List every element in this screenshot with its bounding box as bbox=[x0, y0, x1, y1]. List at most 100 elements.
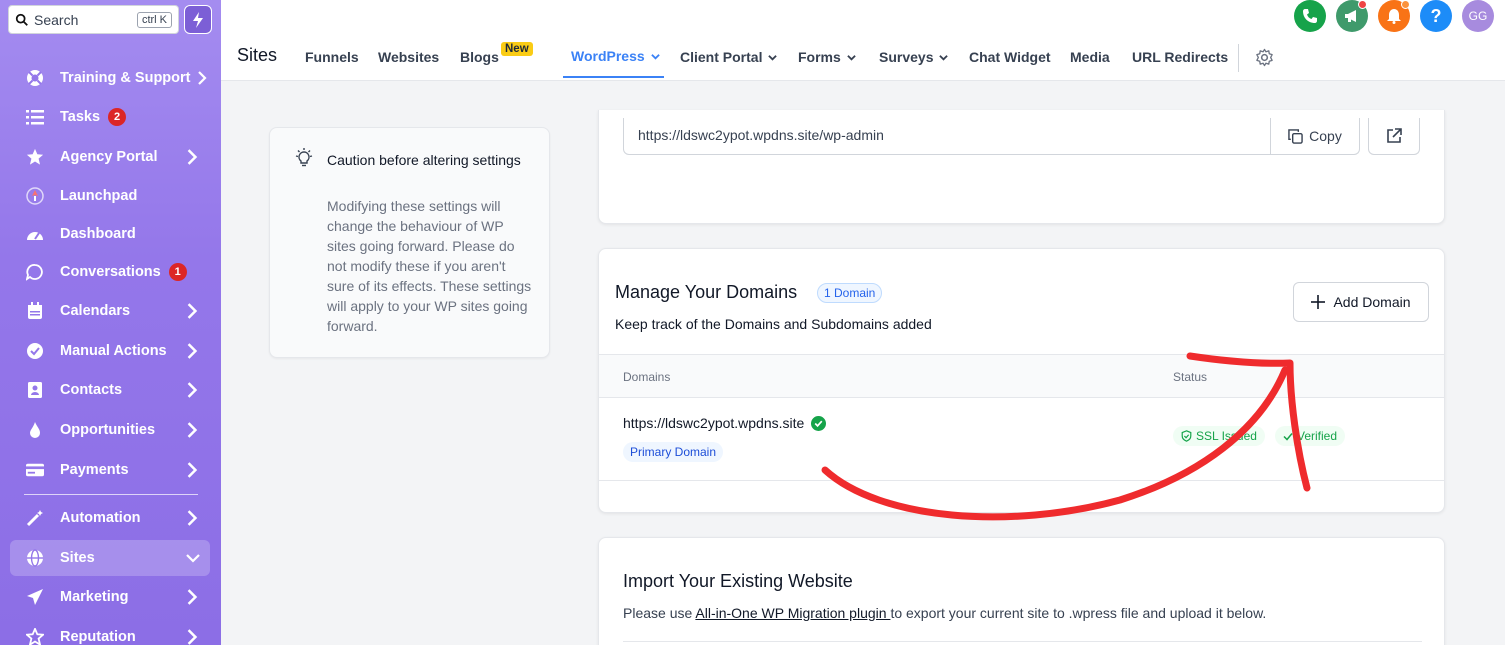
tab-client-portal[interactable]: Client Portal bbox=[680, 49, 778, 65]
tab-label: Chat Widget bbox=[969, 49, 1051, 65]
sidebar-item-contacts[interactable]: Contacts bbox=[10, 372, 210, 408]
caution-body: Modifying these settings will change the… bbox=[327, 198, 532, 334]
sidebar-item-marketing[interactable]: Marketing bbox=[10, 579, 210, 615]
domains-card: Manage Your Domains 1 Domain Keep track … bbox=[598, 248, 1445, 513]
divider bbox=[623, 641, 1422, 642]
sidebar-item-label: Opportunities bbox=[60, 422, 156, 438]
domains-title: Manage Your Domains bbox=[615, 282, 798, 302]
domain-url[interactable]: https://ldswc2ypot.wpdns.site bbox=[623, 415, 827, 431]
verified-check-icon bbox=[811, 415, 827, 431]
chevron-right-icon bbox=[187, 303, 198, 319]
tasks-count-badge: 2 bbox=[108, 108, 127, 126]
sidebar-item-label: Training & Support bbox=[60, 70, 191, 86]
copy-button[interactable]: Copy bbox=[1270, 118, 1360, 155]
sidebar-item-reputation[interactable]: Reputation bbox=[10, 619, 210, 645]
announcements-button[interactable] bbox=[1336, 0, 1368, 32]
sidebar-item-label: Tasks bbox=[60, 109, 101, 125]
domain-count-badge: 1 Domain bbox=[817, 283, 883, 303]
sidebar-item-label: Dashboard bbox=[60, 226, 136, 242]
tab-divider bbox=[1238, 44, 1239, 72]
sidebar-item-label: Marketing bbox=[60, 589, 129, 605]
active-tab-indicator bbox=[563, 76, 664, 78]
chevron-down-icon bbox=[939, 54, 949, 61]
check-circle-icon bbox=[26, 342, 44, 360]
chevron-down-icon bbox=[650, 53, 660, 60]
wp-admin-card: https://ldswc2ypot.wpdns.site/wp-admin C… bbox=[598, 110, 1445, 224]
chevron-right-icon bbox=[187, 589, 198, 605]
migration-plugin-link[interactable]: All-in-One WP Migration plugin bbox=[695, 605, 890, 621]
sidebar-item-label: Agency Portal bbox=[60, 149, 158, 165]
chevron-down-icon bbox=[847, 54, 856, 61]
tab-blogs[interactable]: Blogs bbox=[460, 49, 499, 65]
import-text-after: to export your current site to .wpress f… bbox=[890, 605, 1267, 621]
import-text-before: Please use bbox=[623, 605, 696, 621]
chevron-right-icon bbox=[187, 343, 198, 359]
ssl-status-label: SSL Issued bbox=[1196, 429, 1257, 443]
credit-card-icon bbox=[26, 461, 44, 479]
avatar-initials: GG bbox=[1468, 9, 1488, 23]
sidebar-item-agency-portal[interactable]: Agency Portal bbox=[10, 139, 210, 175]
ssl-status-badge: SSL Issued bbox=[1173, 426, 1265, 446]
conversations-count-badge: 1 bbox=[168, 263, 187, 281]
sidebar-divider bbox=[24, 494, 198, 495]
paper-plane-icon bbox=[26, 588, 44, 606]
tab-url-redirects[interactable]: URL Redirects bbox=[1132, 49, 1228, 65]
sidebar-item-tasks[interactable]: Tasks 2 bbox=[10, 99, 210, 135]
sidebar-item-manual-actions[interactable]: Manual Actions bbox=[10, 333, 210, 369]
tab-media[interactable]: Media bbox=[1070, 49, 1110, 65]
question-icon: ? bbox=[1430, 5, 1442, 26]
tab-label: Client Portal bbox=[680, 49, 763, 65]
tab-websites[interactable]: Websites bbox=[378, 49, 439, 65]
quick-actions-button[interactable] bbox=[184, 5, 212, 34]
settings-button[interactable] bbox=[1255, 48, 1274, 72]
shield-check-icon bbox=[1181, 430, 1192, 442]
tab-funnels[interactable]: Funnels bbox=[305, 49, 359, 65]
tab-chat-widget[interactable]: Chat Widget bbox=[969, 49, 1051, 65]
globe-icon bbox=[26, 549, 44, 567]
new-badge: New bbox=[501, 42, 533, 56]
import-website-card: Import Your Existing Website Please use … bbox=[598, 537, 1445, 645]
add-domain-button[interactable]: Add Domain bbox=[1293, 282, 1429, 322]
sidebar-item-launchpad[interactable]: Launchpad bbox=[10, 178, 210, 214]
search-shortcut: ctrl K bbox=[136, 11, 172, 28]
sidebar-item-conversations[interactable]: Conversations 1 bbox=[10, 254, 210, 290]
rocket-icon bbox=[26, 187, 44, 205]
tab-label: URL Redirects bbox=[1132, 49, 1229, 65]
primary-domain-badge: Primary Domain bbox=[623, 442, 724, 462]
domains-subtitle: Keep track of the Domains and Subdomains… bbox=[615, 316, 932, 332]
tab-wordpress[interactable]: WordPress bbox=[571, 48, 660, 64]
tab-surveys[interactable]: Surveys bbox=[879, 49, 949, 65]
caution-card: Caution before altering settings Modifyi… bbox=[269, 127, 550, 358]
search-input[interactable]: Search ctrl K bbox=[8, 5, 179, 34]
lightning-icon bbox=[193, 11, 203, 28]
sidebar-item-sites[interactable]: Sites bbox=[10, 540, 210, 576]
sidebar-item-label: Sites bbox=[60, 550, 95, 566]
chevron-right-icon bbox=[187, 462, 198, 478]
tab-label: Surveys bbox=[879, 49, 934, 65]
magic-wand-icon bbox=[26, 509, 44, 527]
sidebar-item-dashboard[interactable]: Dashboard bbox=[10, 216, 210, 252]
sidebar-item-opportunities[interactable]: Opportunities bbox=[10, 412, 210, 448]
phone-button[interactable] bbox=[1294, 0, 1326, 32]
notifications-button[interactable] bbox=[1378, 0, 1410, 32]
sidebar-item-training[interactable]: Training & Support bbox=[10, 60, 210, 96]
verified-status-label: Verified bbox=[1297, 429, 1338, 443]
verified-status-badge: Verified bbox=[1275, 426, 1346, 446]
column-header-status: Status bbox=[1173, 370, 1208, 384]
check-icon bbox=[1283, 432, 1293, 441]
table-row: https://ldswc2ypot.wpdns.site Primary Do… bbox=[599, 398, 1444, 481]
sidebar-item-payments[interactable]: Payments bbox=[10, 452, 210, 488]
avatar[interactable]: GG bbox=[1462, 0, 1494, 32]
wp-admin-url-field[interactable]: https://ldswc2ypot.wpdns.site/wp-admin bbox=[623, 118, 1271, 155]
chevron-right-icon bbox=[187, 382, 198, 398]
sidebar-item-automation[interactable]: Automation bbox=[10, 500, 210, 536]
open-external-button[interactable] bbox=[1368, 118, 1420, 155]
tab-forms[interactable]: Forms bbox=[798, 49, 856, 65]
bell-icon bbox=[1387, 9, 1401, 24]
domain-url-text: https://ldswc2ypot.wpdns.site bbox=[623, 415, 805, 431]
sidebar-item-label: Calendars bbox=[60, 303, 131, 319]
sidebar-item-calendars[interactable]: Calendars bbox=[10, 293, 210, 329]
tab-label: Media bbox=[1070, 49, 1110, 65]
help-button[interactable]: ? bbox=[1420, 0, 1452, 32]
gear-icon bbox=[1256, 48, 1273, 67]
